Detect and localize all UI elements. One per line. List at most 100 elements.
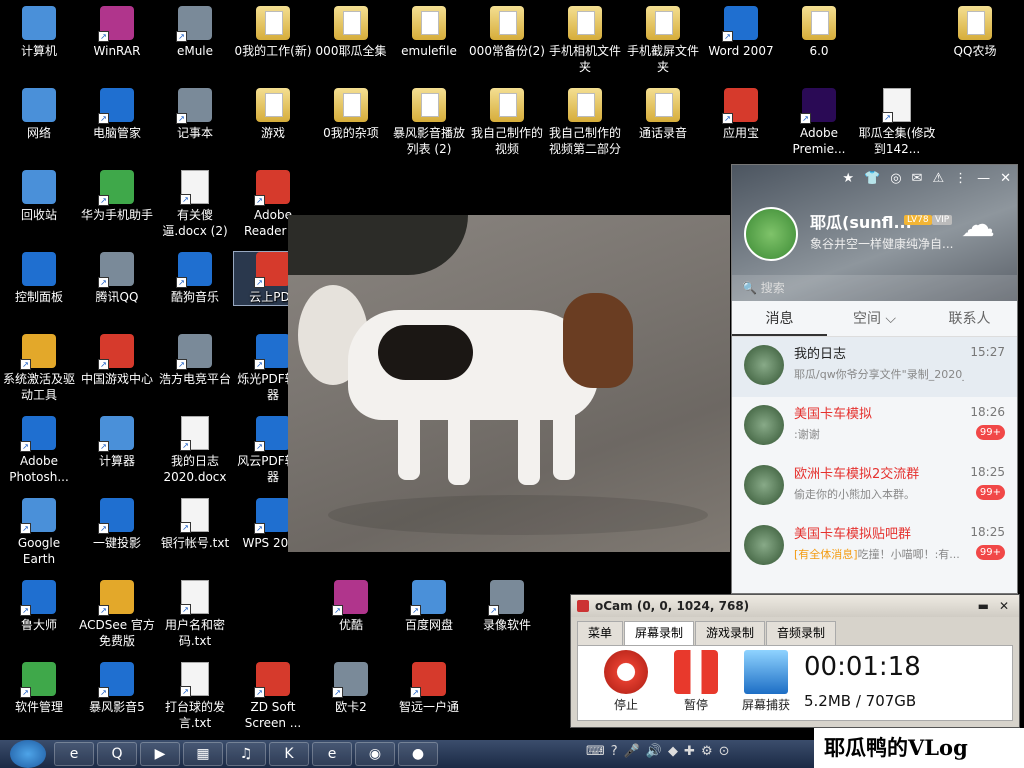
desktop-icon[interactable]: 000耶瓜全集 — [312, 6, 390, 59]
desktop-icon[interactable]: ↗ 耶瓜全集(修改到142... — [858, 88, 936, 157]
desktop-icon[interactable]: ↗ 浩方电竞平台 — [156, 334, 234, 387]
desktop-icon[interactable]: ↗ Google Earth — [0, 498, 78, 567]
network-tray-icon[interactable]: ⚙ — [701, 744, 713, 759]
stop-button[interactable]: 停止 — [596, 648, 656, 713]
mic-icon[interactable]: 🎤 — [624, 744, 640, 759]
desktop-icon[interactable]: ↗ 华为手机助手 — [78, 170, 156, 223]
message-item[interactable]: 欧洲卡车模拟2交流群 偷走你的小熊加入本群。 18:25 99+ — [732, 457, 1017, 517]
desktop-icon[interactable]: ↗ WinRAR — [78, 6, 156, 59]
alert-icon[interactable]: ⚠ — [932, 171, 944, 186]
tab-qzone[interactable]: 空间 ⌵ — [827, 301, 922, 336]
desktop-icon[interactable]: 暴风影音播放列表 (2) — [390, 88, 468, 157]
desktop-icon[interactable]: ↗ 智远一户通 — [390, 662, 468, 715]
desktop-icon[interactable]: 000常备份(2) — [468, 6, 546, 59]
pause-button[interactable]: 暂停 — [666, 648, 726, 713]
desktop-icon[interactable]: 手机相机文件夹 — [546, 6, 624, 75]
desktop-icon[interactable]: ↗ 一键投影 — [78, 498, 156, 551]
desktop-icon[interactable]: ↗ 计算器 — [78, 416, 156, 469]
qq-music-icon[interactable]: ♫ — [226, 742, 266, 766]
desktop-icon[interactable]: 6.0 — [780, 6, 858, 59]
desktop-icon[interactable]: 回收站 — [0, 170, 78, 223]
media-player-icon[interactable]: ▶ — [140, 742, 180, 766]
desktop-icon[interactable]: ↗ 应用宝 — [702, 88, 780, 141]
tab-messages[interactable]: 消息 — [732, 301, 827, 336]
close-icon[interactable]: ✕ — [999, 595, 1009, 617]
desktop-icon[interactable]: ↗ 优酷 — [312, 580, 390, 633]
desktop-icon[interactable]: ↗ 电脑管家 — [78, 88, 156, 141]
desktop-icon[interactable]: ↗ ACDSee 官方免费版 — [78, 580, 156, 649]
explorer-icon[interactable]: ▦ — [183, 742, 223, 766]
mail-icon[interactable]: ✉ — [912, 171, 923, 186]
minimize-icon[interactable]: — — [977, 171, 990, 186]
desktop-icon[interactable]: QQ农场 — [936, 6, 1014, 59]
chat-avatar — [744, 465, 784, 505]
desktop-icon[interactable]: ↗ ZD Soft Screen ... — [234, 662, 312, 731]
tab-audio-record[interactable]: 音频录制 — [766, 621, 837, 645]
desktop-icon[interactable]: ↗ 系统激活及驱动工具 — [0, 334, 78, 403]
desktop-icon[interactable]: 0我的杂项 — [312, 88, 390, 141]
desktop-icon[interactable]: ↗ 酷狗音乐 — [156, 252, 234, 305]
message-item[interactable]: 美国卡车模拟:谢谢 18:26 99+ — [732, 397, 1017, 457]
nickname[interactable]: 耶瓜(sunfl... — [810, 209, 912, 233]
desktop-icon[interactable]: ↗ 鲁大师 — [0, 580, 78, 633]
signature[interactable]: 象谷井空一样健康纯净自... — [810, 235, 955, 252]
desktop-icon[interactable]: emulefile — [390, 6, 468, 59]
tab-screen-record[interactable]: 屏幕录制 — [624, 621, 695, 645]
qq-browser-icon[interactable]: Q — [97, 742, 137, 766]
desktop-icon[interactable]: 网络 — [0, 88, 78, 141]
message-item[interactable]: 美国卡车模拟贴吧群 [有全体消息]吃撞！小喵唧！:有... 18:25 99+ — [732, 517, 1017, 577]
desktop-icon[interactable]: 我自己制作的视频 — [468, 88, 546, 157]
start-button[interactable] — [10, 740, 46, 768]
desktop-icon[interactable]: ↗ 录像软件 — [468, 580, 546, 633]
tab-contacts[interactable]: 联系人 — [922, 301, 1017, 336]
desktop-icon[interactable]: ↗ 腾讯QQ — [78, 252, 156, 305]
box-icon[interactable]: ◆ — [668, 744, 678, 759]
ie-icon[interactable]: e — [54, 742, 94, 766]
skin-icon[interactable]: 👕 — [864, 171, 880, 186]
desktop-icon[interactable]: ↗ 暴风影音5 — [78, 662, 156, 715]
plus-icon[interactable]: ✚ — [684, 744, 695, 759]
desktop-icon[interactable]: ↗ 中国游戏中心 — [78, 334, 156, 387]
volume-icon[interactable]: 🔊 — [646, 744, 662, 759]
qq-taskbar-icon[interactable]: ◉ — [355, 742, 395, 766]
desktop-icon[interactable]: ↗ Word 2007 — [702, 6, 780, 59]
tab-game-record[interactable]: 游戏录制 — [695, 621, 766, 645]
desktop-icon[interactable]: 手机截屏文件夹 — [624, 6, 702, 75]
game-icon[interactable]: ◎ — [890, 171, 901, 186]
ocam-taskbar-icon[interactable]: ● — [398, 742, 438, 766]
desktop-icon[interactable]: 通话录音 — [624, 88, 702, 141]
desktop-icon[interactable]: ↗ Adobe Premie... — [780, 88, 858, 157]
desktop-icon[interactable]: ↗ Adobe Photosh... — [0, 416, 78, 485]
desktop-icon[interactable]: ↗ 百度网盘 — [390, 580, 468, 633]
desktop-icon[interactable]: ↗ 银行帐号.txt — [156, 498, 234, 551]
capture-button[interactable]: 屏幕捕获 — [736, 648, 796, 713]
close-icon[interactable]: ✕ — [1000, 171, 1011, 186]
weather-icon[interactable]: ☁ — [961, 205, 1007, 245]
notepad-icon: ↗ — [176, 88, 212, 124]
desktop-icon[interactable]: 游戏 — [234, 88, 312, 141]
desktop-icon[interactable]: 0我的工作(新) — [234, 6, 312, 59]
desktop-icon[interactable]: ↗ 打台球的发言.txt — [156, 662, 234, 731]
desktop-icon[interactable]: ↗ eMule — [156, 6, 234, 59]
user-avatar[interactable] — [744, 207, 798, 261]
desktop-icon[interactable]: ↗ 记事本 — [156, 88, 234, 141]
record-tray-icon[interactable]: ⊙ — [719, 744, 730, 759]
desktop-icon[interactable]: ↗ 软件管理 — [0, 662, 78, 715]
kugou-taskbar-icon[interactable]: K — [269, 742, 309, 766]
desktop-icon[interactable]: ↗ 有关傻逼.docx (2) — [156, 170, 234, 239]
message-item[interactable]: 我的日志 耶瓜/qw你爷分享文件"录制_2020_03 15:27 — [732, 337, 1017, 397]
menu-icon[interactable]: ⋮ — [954, 171, 967, 186]
desktop-icon[interactable]: 控制面板 — [0, 252, 78, 305]
star-icon[interactable]: ★ — [842, 171, 854, 186]
tab-menu[interactable]: 菜单 — [577, 621, 624, 645]
keyboard-icon[interactable]: ⌨ — [586, 744, 605, 759]
desktop-icon[interactable]: ↗ 用户名和密码.txt — [156, 580, 234, 649]
search-input[interactable]: 🔍 搜索 — [732, 275, 1017, 301]
help-icon[interactable]: ? — [611, 744, 618, 759]
ie2-icon[interactable]: e — [312, 742, 352, 766]
desktop-icon[interactable]: 计算机 — [0, 6, 78, 59]
desktop-icon[interactable]: 我自己制作的视频第二部分 — [546, 88, 624, 157]
desktop-icon[interactable]: ↗ 欧卡2 — [312, 662, 390, 715]
desktop-icon[interactable]: ↗ 我的日志2020.docx — [156, 416, 234, 485]
minimize-icon[interactable]: ▬ — [978, 595, 989, 617]
